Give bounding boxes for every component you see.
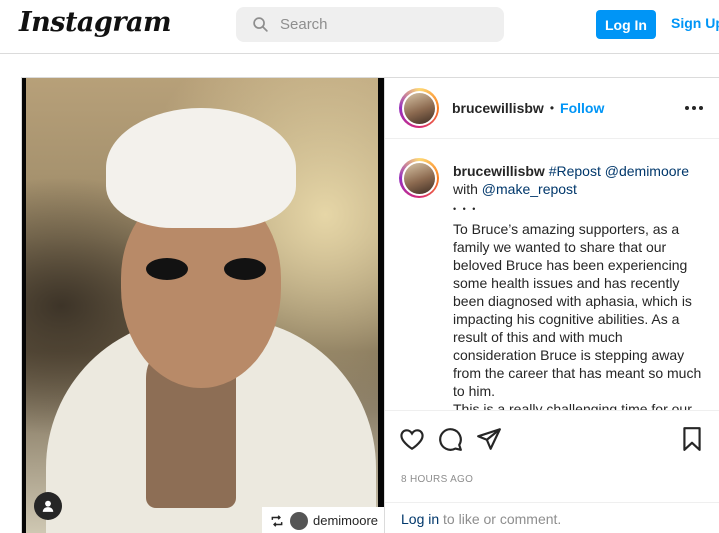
caption-line: This is a really challenging time for ou…: [453, 401, 692, 410]
bookmark-icon[interactable]: [679, 426, 705, 452]
caption-line: some health issues and has recently: [453, 275, 680, 291]
post-header: brucewillisbw • Follow: [385, 78, 719, 139]
post-media[interactable]: demimoore: [22, 78, 384, 533]
post-username[interactable]: brucewillisbw: [452, 100, 544, 116]
search-input[interactable]: [280, 16, 480, 33]
caption-line: To Bruce’s amazing supporters, as a: [453, 221, 680, 237]
caption-line: impacting his cognitive abilities. As a: [453, 311, 680, 327]
caption-line: been diagnosed with aphasia, which is: [453, 293, 692, 309]
comment-icon[interactable]: [437, 426, 463, 452]
login-prompt: Log in to like or comment.: [385, 502, 719, 533]
caption-dots: • • •: [453, 204, 478, 214]
caption-username[interactable]: brucewillisbw: [453, 163, 545, 179]
caption-text: brucewillisbw #Repost @demimoore with @m…: [453, 162, 707, 410]
mention-make-repost[interactable]: @make_repost: [482, 181, 577, 197]
avatar[interactable]: [399, 88, 439, 128]
login-link[interactable]: Log in: [401, 511, 439, 527]
instagram-logo[interactable]: Instagram: [19, 7, 172, 38]
caption-line: from the career that has meant so much: [453, 365, 702, 381]
more-options-icon[interactable]: [685, 106, 703, 110]
heart-icon[interactable]: [399, 426, 425, 452]
caption-body: To Bruce’s amazing supporters, as a fami…: [453, 220, 707, 410]
repost-username: demimoore: [313, 513, 379, 528]
post-actions: [385, 410, 719, 470]
caption-line: to him.: [453, 383, 496, 399]
login-prompt-text: to like or comment.: [439, 511, 562, 527]
post-photo: [26, 78, 378, 533]
repost-avatar: [290, 511, 308, 530]
caption-line: consideration Bruce is stepping away: [453, 347, 685, 363]
caption-area: brucewillisbw #Repost @demimoore with @m…: [399, 158, 709, 410]
send-icon[interactable]: [476, 426, 502, 452]
caption-line: result of this and with much: [453, 329, 623, 345]
signup-link[interactable]: Sign Up: [671, 15, 719, 31]
post-timestamp: 8 HOURS AGO: [401, 474, 474, 485]
repost-tag[interactable]: demimoore: [262, 507, 384, 533]
caption-line: family we wanted to share that our: [453, 239, 667, 255]
login-button[interactable]: Log In: [596, 10, 656, 39]
repost-hashtag[interactable]: #Repost: [549, 163, 601, 179]
caption-line: beloved Bruce has been experiencing: [453, 257, 688, 273]
caption-avatar[interactable]: [399, 158, 439, 198]
user-tag-icon[interactable]: [34, 492, 62, 520]
separator-dot: •: [549, 101, 555, 115]
search-icon: [253, 17, 268, 32]
top-navigation: Instagram Log In Sign Up: [0, 0, 719, 54]
mention-demimoore[interactable]: @demimoore: [605, 163, 689, 179]
with-word: with: [453, 181, 478, 197]
search-box[interactable]: [236, 7, 504, 42]
post-card: demimoore brucewillisbw • Follow brucewi…: [21, 77, 719, 533]
repost-icon: [271, 514, 283, 527]
post-side-panel: brucewillisbw • Follow brucewillisbw #Re…: [384, 78, 719, 533]
follow-button[interactable]: Follow: [560, 100, 604, 116]
